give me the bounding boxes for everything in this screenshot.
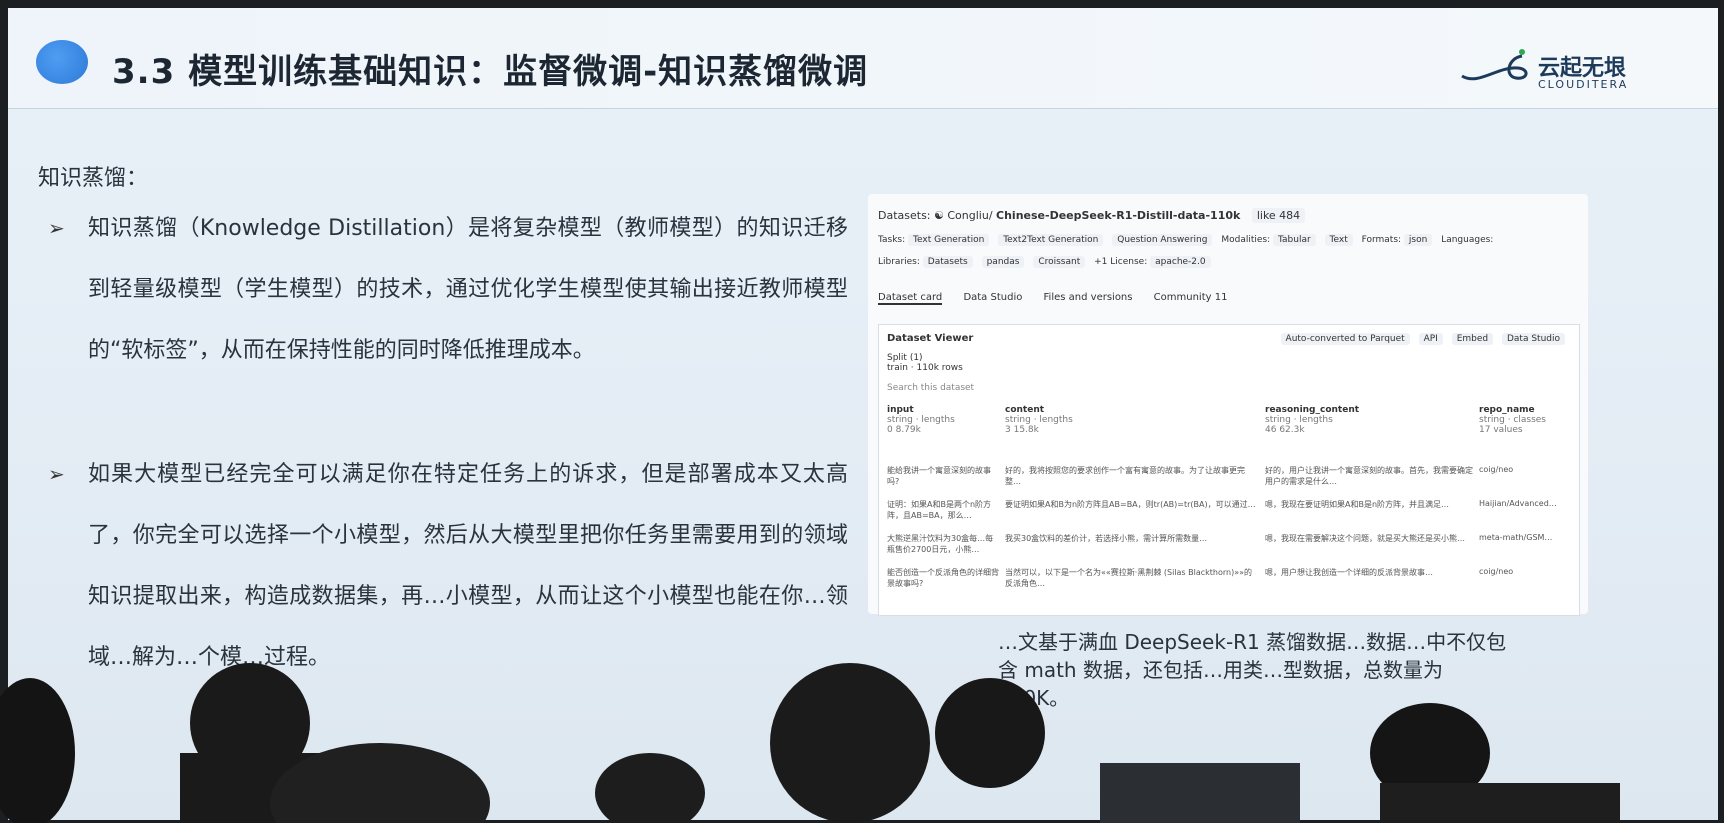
parquet-note: Auto-converted to Parquet	[1280, 333, 1410, 345]
column-type: string · lengths	[1265, 415, 1333, 425]
table-cell: 好的，用户让我讲一个寓意深刻的故事。首先，我需要确定用户的需求是什么…	[1265, 466, 1473, 486]
table-cell: 当然可以，以下是一个名为««赛拉斯·黑荆棘 (Silas Blackthorn)…	[1005, 568, 1253, 588]
license-label: License:	[1110, 257, 1148, 267]
tasks-label: Tasks:	[878, 235, 906, 245]
split-label: Split (1)	[887, 353, 923, 363]
column-header[interactable]: repo_name string · classes 17 values	[1479, 405, 1546, 435]
table-cell: 要证明如果A和B为n阶方阵且AB=BA，则tr(AB)=tr(BA)，可以通过…	[1005, 500, 1256, 509]
modality-tag[interactable]: Tabular	[1273, 234, 1316, 246]
dataset-tabs: Dataset card Data Studio Files and versi…	[878, 292, 1578, 305]
dataset-caption: …文基于满血 DeepSeek-R1 蒸馏数据…数据…中不仅包含 math 数据…	[998, 630, 1507, 710]
column-name: repo_name	[1479, 405, 1535, 415]
format-tag[interactable]: json	[1403, 234, 1433, 246]
column-header[interactable]: content string · lengths 3 15.8k	[1005, 405, 1073, 435]
dataset-screenshot: Datasets: ☯ Congliu/ Chinese-DeepSeek-R1…	[868, 194, 1588, 616]
viewer-title: Dataset Viewer	[887, 333, 974, 344]
formats-label: Formats:	[1361, 235, 1402, 245]
split-selector[interactable]: Split (1) train · 110k rows	[887, 353, 1207, 373]
viewer-actions: Auto-converted to Parquet API Embed Data…	[1280, 333, 1571, 345]
slide-header: 3.3 模型训练基础知识：监督微调-知识蒸馏微调 云起无垠 CLOUDITERA	[8, 8, 1718, 109]
library-more[interactable]: +1	[1094, 257, 1107, 267]
column-range: 0 8.79k	[887, 425, 921, 435]
modalities-label: Modalities:	[1221, 235, 1271, 245]
section-heading: 知识蒸馏：	[38, 166, 149, 191]
libraries-row: Libraries: Datasets pandas Croissant +1 …	[878, 256, 1578, 268]
tab-data-studio[interactable]: Data Studio	[963, 292, 1022, 303]
tab-files[interactable]: Files and versions	[1044, 292, 1133, 303]
task-tag[interactable]: Text Generation	[908, 234, 990, 246]
dataset-breadcrumb[interactable]: Datasets: ☯ Congliu/	[878, 209, 993, 222]
bullet-2-text: 如果大模型已经完全可以满足你在特定任务上的诉求，但是部署成本又太高了，你完全可以…	[88, 462, 848, 670]
table-cell: 能给我讲一个寓意深刻的故事吗?	[887, 466, 991, 486]
split-value: train · 110k rows	[887, 363, 963, 373]
tab-dataset-card[interactable]: Dataset card	[878, 292, 943, 305]
data-studio-button[interactable]: Data Studio	[1501, 333, 1565, 345]
arrow-bullet-icon: ➢	[48, 462, 65, 486]
title-bullet-icon	[36, 40, 88, 84]
table-cell: Haijian/Advanced…	[1479, 499, 1557, 508]
column-range: 46 62.3k	[1265, 425, 1305, 435]
logo-text-en: CLOUDITERA	[1538, 78, 1629, 91]
bullet-1: ➢ 知识蒸馏（Knowledge Distillation）是将复杂模型（教师模…	[48, 198, 848, 381]
table-cell: 嗯，我现在要证明如果A和B是n阶方阵，并且满足…	[1265, 500, 1450, 509]
embed-button[interactable]: Embed	[1451, 333, 1494, 345]
table-cell: 证明：如果A和B是两个n阶方阵，且AB=BA，那么…	[887, 500, 992, 520]
column-name: content	[1005, 405, 1045, 415]
libraries-label: Libraries:	[878, 257, 920, 267]
table-cell: 大熊逆黑汁饮料为30盒每…每瓶售价2700日元，小熊…	[887, 534, 994, 554]
task-tag[interactable]: Question Answering	[1112, 234, 1213, 246]
column-type: string · lengths	[1005, 415, 1073, 425]
column-range: 17 values	[1479, 425, 1523, 435]
dataset-viewer: Dataset Viewer Auto-converted to Parquet…	[878, 324, 1580, 616]
logo-swirl-icon	[1461, 49, 1528, 81]
modality-tag[interactable]: Text	[1324, 234, 1353, 246]
presentation-slide: 3.3 模型训练基础知识：监督微调-知识蒸馏微调 云起无垠 CLOUDITERA…	[8, 8, 1718, 820]
column-name: reasoning_content	[1265, 405, 1360, 415]
bullet-1-text: 知识蒸馏（Knowledge Distillation）是将复杂模型（教师模型）…	[88, 216, 848, 363]
like-badge[interactable]: like 484	[1251, 208, 1306, 223]
column-type: string · lengths	[887, 415, 955, 425]
table-cell: 嗯，用户想让我创造一个详细的反派背景故事…	[1265, 568, 1433, 577]
table-cell: meta-math/GSM…	[1479, 533, 1553, 542]
library-tag[interactable]: Croissant	[1033, 256, 1086, 268]
table-cell: coig/neo	[1479, 465, 1514, 474]
task-tag[interactable]: Text2Text Generation	[998, 234, 1104, 246]
library-tag[interactable]: Datasets	[922, 256, 973, 268]
tasks-row: Tasks: Text Generation Text2Text Generat…	[878, 234, 1578, 246]
column-range: 3 15.8k	[1005, 425, 1039, 435]
arrow-bullet-icon: ➢	[48, 216, 65, 240]
library-tag[interactable]: pandas	[981, 256, 1025, 268]
column-header[interactable]: reasoning_content string · lengths 46 62…	[1265, 405, 1360, 435]
dataset-title-row: Datasets: ☯ Congliu/ Chinese-DeepSeek-R1…	[878, 208, 1578, 223]
column-type: string · classes	[1479, 415, 1546, 425]
column-name: input	[887, 405, 914, 415]
tab-community[interactable]: Community 11	[1154, 292, 1228, 303]
table-cell: 好的，我将按照您的要求创作一个富有寓意的故事。为了让故事更完整…	[1005, 466, 1245, 486]
table-cell: 能否创造一个反派角色的详细背景故事吗?	[887, 568, 999, 588]
license-tag[interactable]: apache-2.0	[1150, 256, 1211, 268]
column-header[interactable]: input string · lengths 0 8.79k	[887, 405, 955, 435]
table-cell: 嗯，我现在需要解决这个问题，就是买大熊还是买小熊…	[1265, 534, 1465, 543]
table-cell: 我买30盒饮料的差价计，若选择小熊，需计算所需数量…	[1005, 534, 1208, 543]
dataset-name[interactable]: Chinese-DeepSeek-R1-Distill-data-110k	[996, 209, 1240, 222]
table-cell: coig/neo	[1479, 567, 1514, 576]
bullet-2: ➢ 如果大模型已经完全可以满足你在特定任务上的诉求，但是部署成本又太高了，你完全…	[48, 444, 848, 688]
slide-title: 3.3 模型训练基础知识：监督微调-知识蒸馏微调	[112, 52, 869, 92]
company-logo: 云起无垠 CLOUDITERA	[1458, 46, 1678, 96]
search-input[interactable]: Search this dataset	[887, 383, 974, 393]
api-button[interactable]: API	[1418, 333, 1443, 345]
languages-label: Languages:	[1441, 235, 1494, 245]
